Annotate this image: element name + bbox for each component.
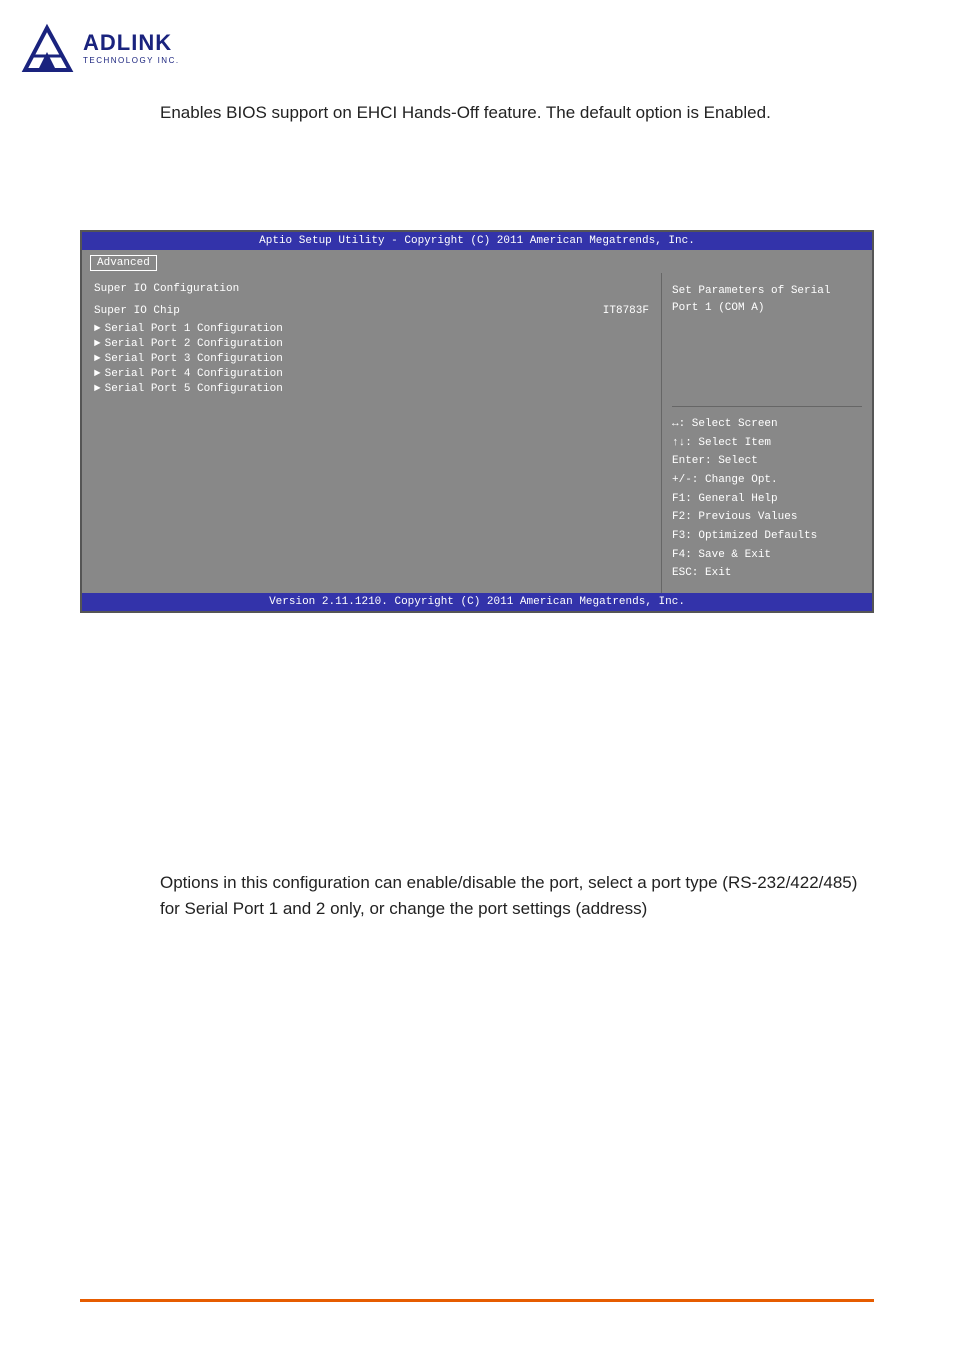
bios-menu-item-serial5[interactable]: ► Serial Port 5 Configuration <box>94 383 649 395</box>
bios-chip-label: Super IO Chip <box>94 305 603 317</box>
arrow-icon-1: ► <box>94 323 101 335</box>
adlink-logo-icon <box>20 20 75 75</box>
key-help-f4: F4: Save & Exit <box>672 546 862 565</box>
logo-adlink-label: ADLINK <box>83 30 180 56</box>
bios-footer: Version 2.11.1210. Copyright (C) 2011 Am… <box>82 593 872 611</box>
bios-key-help: ↔: Select Screen ↑↓: Select Item Enter: … <box>672 415 862 583</box>
logo-text: ADLINK TECHNOLOGY INC. <box>83 30 180 65</box>
bios-menu-label-1: Serial Port 1 Configuration <box>105 323 283 335</box>
key-help-change: +/-: Change Opt. <box>672 471 862 490</box>
bios-menu-label-4: Serial Port 4 Configuration <box>105 368 283 380</box>
logo-area: ADLINK TECHNOLOGY INC. <box>20 20 180 75</box>
top-description: Enables BIOS support on EHCI Hands-Off f… <box>160 100 874 126</box>
bios-menu-item-serial1[interactable]: ► Serial Port 1 Configuration <box>94 323 649 335</box>
key-help-enter: Enter: Select <box>672 452 862 471</box>
arrow-icon-4: ► <box>94 368 101 380</box>
arrow-icon-5: ► <box>94 383 101 395</box>
bios-chip-row: Super IO Chip IT8783F <box>94 305 649 317</box>
bios-left-panel: Super IO Configuration Super IO Chip IT8… <box>82 273 662 593</box>
bios-tabbar: Advanced <box>82 250 872 273</box>
bios-divider <box>672 406 862 407</box>
bios-tab-advanced[interactable]: Advanced <box>90 255 157 271</box>
bios-menu-item-serial3[interactable]: ► Serial Port 3 Configuration <box>94 353 649 365</box>
bios-main-content: Super IO Configuration Super IO Chip IT8… <box>82 273 872 593</box>
bios-right-panel: Set Parameters of Serial Port 1 (COM A) … <box>662 273 872 593</box>
bios-menu-item-serial4[interactable]: ► Serial Port 4 Configuration <box>94 368 649 380</box>
key-help-f3: F3: Optimized Defaults <box>672 527 862 546</box>
key-help-select-item: ↑↓: Select Item <box>672 434 862 453</box>
key-help-f2: F2: Previous Values <box>672 508 862 527</box>
arrow-icon-3: ► <box>94 353 101 365</box>
bios-help-text: Set Parameters of Serial Port 1 (COM A) <box>672 283 862 398</box>
bios-chip-value: IT8783F <box>603 305 649 317</box>
key-help-select-screen: ↔: Select Screen <box>672 415 862 434</box>
bios-menu-label-5: Serial Port 5 Configuration <box>105 383 283 395</box>
bios-titlebar: Aptio Setup Utility - Copyright (C) 2011… <box>82 232 872 250</box>
bios-menu-label-2: Serial Port 2 Configuration <box>105 338 283 350</box>
bios-menu-label-3: Serial Port 3 Configuration <box>105 353 283 365</box>
bottom-description: Options in this configuration can enable… <box>160 870 874 921</box>
arrow-icon-2: ► <box>94 338 101 350</box>
bios-section-title: Super IO Configuration <box>94 283 649 295</box>
bios-menu-item-serial2[interactable]: ► Serial Port 2 Configuration <box>94 338 649 350</box>
key-help-esc: ESC: Exit <box>672 564 862 583</box>
bottom-decorative-line <box>80 1299 874 1302</box>
bios-container: Aptio Setup Utility - Copyright (C) 2011… <box>80 230 874 613</box>
key-help-f1: F1: General Help <box>672 490 862 509</box>
logo-subtitle-label: TECHNOLOGY INC. <box>83 56 180 65</box>
